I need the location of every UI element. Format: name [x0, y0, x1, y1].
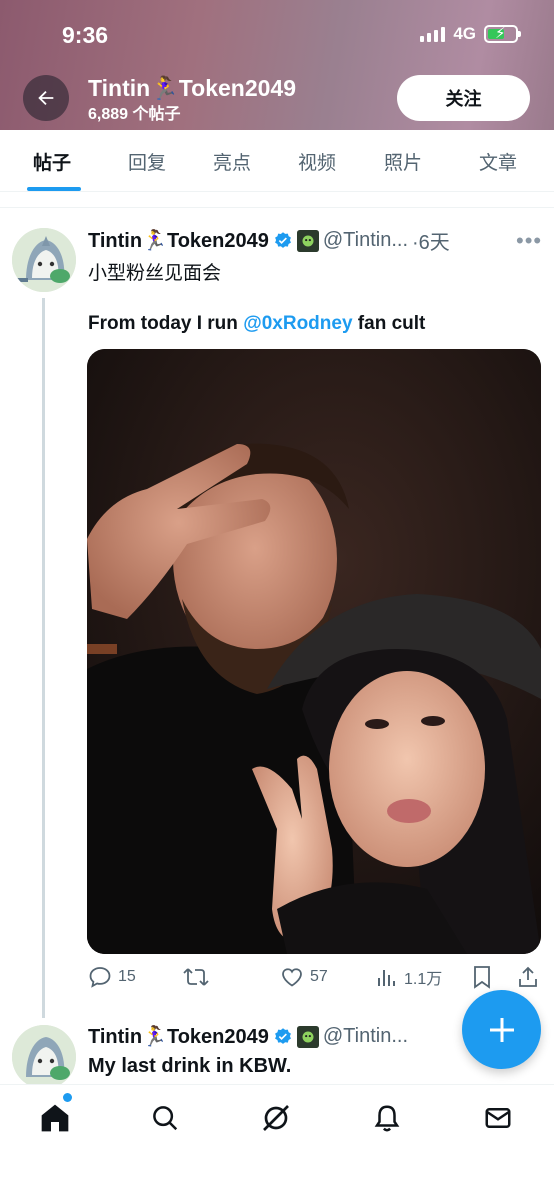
bell-icon — [374, 1105, 400, 1132]
tweet-actions: 15 57 1.1万 — [88, 965, 540, 993]
profile-name: Tintin🏃‍♀️Token2049 — [88, 75, 296, 101]
mail-icon — [485, 1108, 511, 1128]
tweet-text-line1: 小型粉丝见面会 — [88, 263, 222, 284]
tweet-time: ·6天 — [412, 232, 450, 254]
nav-grok[interactable] — [259, 1101, 293, 1135]
follow-button[interactable]: 关注 — [397, 75, 530, 121]
verified-badge-icon — [274, 1027, 291, 1044]
verified-badge-icon — [274, 231, 291, 248]
search-icon — [153, 1106, 178, 1131]
nav-messages[interactable] — [481, 1101, 515, 1135]
tweet-photo[interactable] — [87, 349, 541, 954]
bookmark-icon — [474, 966, 490, 989]
tab-videos[interactable]: 视频 — [298, 148, 336, 175]
reply-count: 15 — [118, 968, 136, 985]
status-time: 9:36 — [62, 22, 109, 48]
tweet-text-suffix: fan cult — [352, 313, 426, 334]
affiliate-badge-icon — [296, 229, 319, 252]
share-button[interactable] — [516, 965, 540, 989]
nav-home[interactable] — [38, 1101, 72, 1135]
heart-icon — [282, 968, 302, 987]
active-tab-indicator — [27, 187, 81, 191]
thread-line — [42, 298, 45, 1018]
tab-replies[interactable]: 回复 — [128, 148, 166, 175]
bottom-nav — [0, 1084, 554, 1200]
view-count: 1.1万 — [404, 971, 443, 988]
nav-notifications[interactable] — [370, 1101, 404, 1135]
tweet-author-name[interactable]: Tintin🏃‍♀️Token2049 — [88, 1024, 269, 1049]
tweet-author-name[interactable]: Tintin🏃‍♀️Token2049 — [88, 228, 269, 253]
arrow-left-icon — [38, 90, 54, 106]
nav-search[interactable] — [148, 1101, 182, 1135]
views-chart-icon — [378, 970, 395, 986]
retweet-button[interactable] — [183, 965, 209, 989]
tab-highlights[interactable]: 亮点 — [213, 148, 251, 175]
tweet-header: Tintin🏃‍♀️Token2049 @Tintin... ·6天 — [88, 226, 450, 255]
mention-link[interactable]: @0xRodney — [243, 313, 352, 334]
back-button[interactable] — [23, 75, 69, 121]
divider — [0, 207, 554, 208]
battery-icon: ⚡ — [484, 25, 521, 43]
like-count: 57 — [310, 968, 328, 985]
share-icon — [519, 966, 537, 987]
affiliate-badge-icon — [296, 1025, 319, 1048]
tweet-author-handle[interactable]: @Tintin... — [323, 229, 408, 252]
bookmark-button[interactable] — [471, 965, 493, 989]
home-icon — [41, 1104, 69, 1132]
post-count: 6,889 个帖子 — [88, 106, 181, 123]
reply-icon — [89, 967, 111, 988]
tab-photos[interactable]: 照片 — [384, 148, 422, 175]
tab-posts[interactable]: 帖子 — [33, 148, 71, 175]
profile-tabs: 帖子 回复 亮点 视频 照片 文章 — [0, 130, 554, 192]
tweet-text: My last drink in KBW. — [88, 1055, 292, 1077]
grok-icon — [263, 1105, 289, 1131]
tweet-text-line2: From today I run @0xRodney fan cult — [88, 313, 425, 335]
plus-icon — [489, 1017, 514, 1042]
tweet-author-handle[interactable]: @Tintin... — [323, 1025, 408, 1048]
tweet-header: Tintin🏃‍♀️Token2049 @Tintin... — [88, 1024, 408, 1049]
network-type: 4G — [453, 24, 476, 43]
profile-header: 9:36 4G ⚡ Tintin🏃‍♀️Token2049 6,889 个帖子 … — [0, 0, 554, 130]
compose-button[interactable] — [462, 990, 541, 1069]
more-options-icon[interactable]: ••• — [516, 228, 542, 254]
status-icons: 4G ⚡ — [420, 24, 521, 44]
notification-dot — [63, 1093, 72, 1102]
tweet-text-prefix: From today I run — [88, 313, 244, 334]
retweet-icon — [183, 968, 209, 986]
reply-button[interactable]: 15 — [88, 965, 136, 989]
tab-articles[interactable]: 文章 — [479, 148, 517, 175]
signal-icon — [420, 26, 446, 42]
avatar[interactable] — [12, 1025, 76, 1089]
like-button[interactable]: 57 — [280, 965, 328, 989]
avatar[interactable] — [12, 228, 76, 292]
views-button[interactable]: 1.1万 — [376, 965, 442, 989]
